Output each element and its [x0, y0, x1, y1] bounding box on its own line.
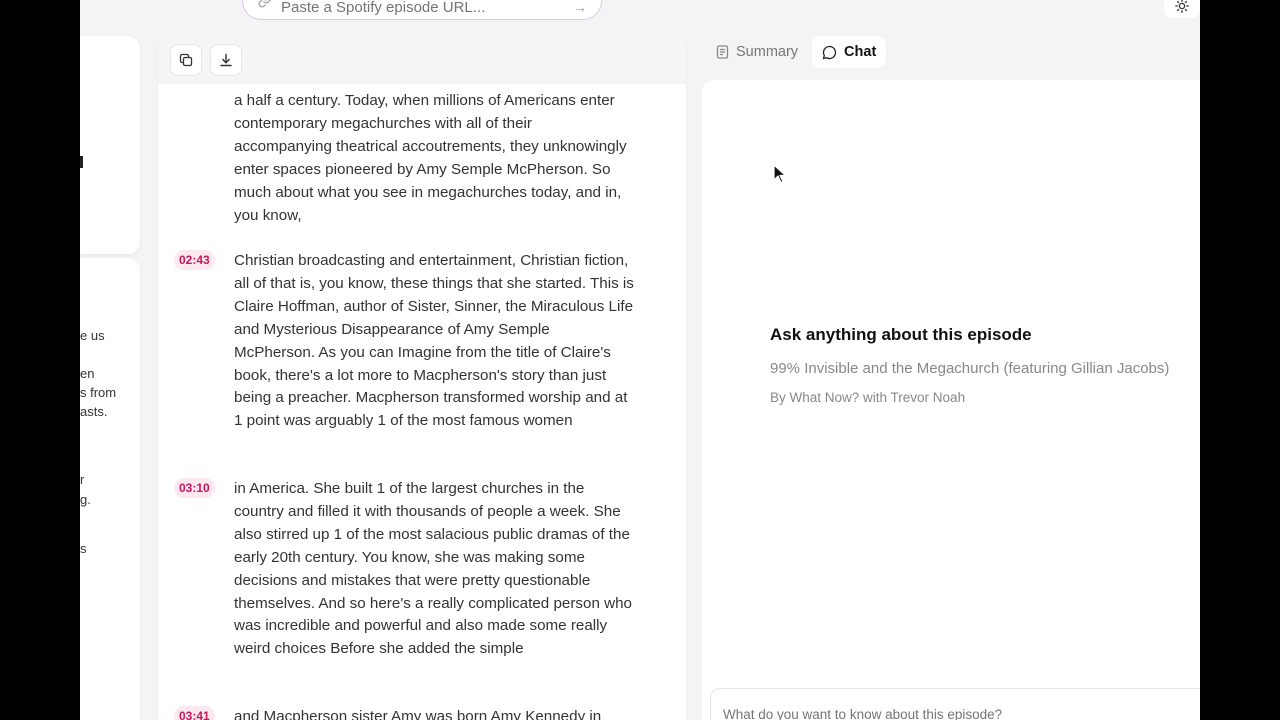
- segment-text: and Macpherson sister Amy was born Amy K…: [234, 708, 602, 720]
- tab-label: Chat: [844, 44, 877, 60]
- download-button[interactable]: [210, 44, 242, 76]
- segment-timestamp[interactable]: 03:10: [174, 478, 215, 498]
- tab-label: Summary: [736, 44, 799, 60]
- link-icon: [257, 0, 273, 9]
- transcript-toolbar: [158, 36, 686, 84]
- segment-timestamp[interactable]: 02:43: [174, 250, 215, 270]
- sidebar-text-fragment: asts.: [80, 404, 108, 419]
- segment-text: a half a century. Today, when millions o…: [234, 92, 627, 224]
- segment-text: in America. She built 1 of the largest c…: [234, 480, 632, 658]
- sidebar-text-fragment: r: [80, 472, 85, 487]
- sun-icon: [1175, 0, 1189, 13]
- theme-toggle-button[interactable]: [1164, 0, 1200, 18]
- arrow-right-icon[interactable]: →: [573, 0, 587, 15]
- tab-chat[interactable]: Chat: [812, 36, 887, 68]
- chat-title: Ask anything about this episode: [770, 325, 1032, 344]
- sidebar-text-fragment: [80, 156, 83, 168]
- sidebar-text-fragment: g.: [80, 492, 91, 507]
- segment-timestamp[interactable]: 03:41: [174, 706, 215, 720]
- spotify-url-bar[interactable]: →: [242, 0, 602, 20]
- chat-input[interactable]: [723, 707, 1200, 720]
- transcript-panel: a half a century. Today, when millions o…: [158, 36, 686, 720]
- app-viewport: → e us en s from asts. r g. s: [80, 0, 1200, 720]
- sidebar-card: [80, 36, 140, 254]
- chat-input-container: [710, 688, 1200, 720]
- panel-tabs: Summary Chat: [706, 36, 887, 68]
- tab-summary[interactable]: Summary: [706, 36, 808, 68]
- sidebar-text-fragment: s: [80, 541, 87, 556]
- episode-author: By What Now? with Trevor Noah: [770, 390, 966, 405]
- spotify-url-input[interactable]: [281, 0, 573, 16]
- episode-title: 99% Invisible and the Megachurch (featur…: [770, 360, 1170, 377]
- document-icon: [716, 45, 729, 59]
- sidebar-text-fragment: s from: [80, 385, 117, 400]
- segment-text: Christian broadcasting and entertainment…: [234, 252, 634, 430]
- copy-icon: [179, 53, 193, 67]
- chat-empty-state: Ask anything about this episode 99% Invi…: [770, 325, 1170, 405]
- chat-bubble-icon: [822, 45, 837, 59]
- sidebar-text-fragment: e us: [80, 328, 105, 343]
- sidebar-episode-card: e us en s from asts. r g. s: [80, 258, 140, 720]
- download-icon: [220, 53, 232, 67]
- mouse-cursor-icon: [773, 164, 787, 184]
- copy-button[interactable]: [170, 44, 202, 76]
- sidebar-text-fragment: en: [80, 366, 95, 381]
